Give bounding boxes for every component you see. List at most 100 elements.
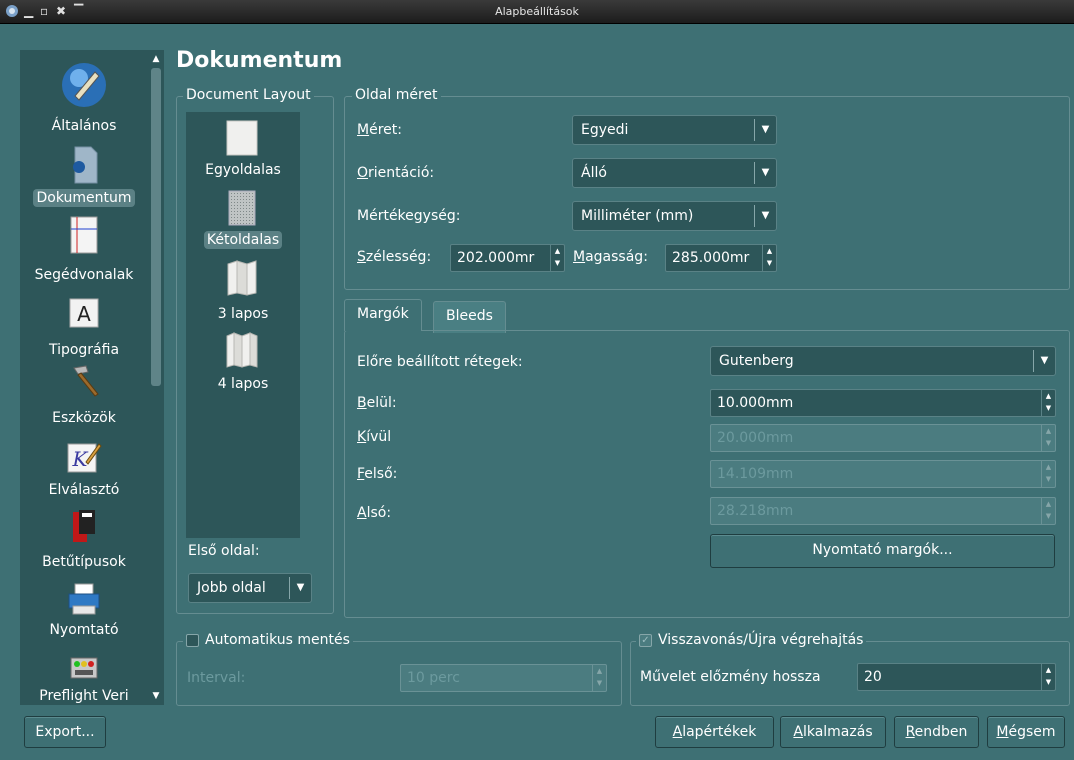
- single-page-icon: [226, 120, 258, 156]
- height-input[interactable]: 285.000mr ▲ ▼: [665, 244, 777, 272]
- spin-arrows-icon[interactable]: ▲ ▼: [762, 245, 776, 271]
- apply-text: lkalmazás: [802, 724, 873, 740]
- defaults-text: lapértékek: [682, 724, 757, 740]
- interval-value: 10 perc: [407, 670, 460, 686]
- layout-item-label-text: Kétoldalas: [203, 231, 283, 249]
- undo-legend: ✓ Visszavonás/Újra végrehajtás: [636, 632, 867, 648]
- undo-label: Visszavonás/Újra végrehajtás: [658, 632, 864, 648]
- outside-label: Kívül: [357, 429, 391, 445]
- spin-arrows-icon: ▲ ▼: [592, 665, 606, 691]
- document-icon: [73, 146, 98, 184]
- export-button[interactable]: Export...: [24, 716, 106, 748]
- history-length-label: Művelet előzmény hossza: [640, 669, 821, 685]
- orientation-value: Álló: [581, 165, 607, 181]
- scrollbar-thumb[interactable]: [151, 68, 161, 386]
- sidebar-item-label: Preflight Veri: [39, 688, 129, 704]
- defaults-button[interactable]: Alapértékek: [655, 716, 774, 748]
- orientation-label-text: rientáció:: [368, 165, 435, 181]
- hyphenator-icon: K: [67, 443, 102, 473]
- autosave-checkbox[interactable]: [186, 633, 199, 647]
- layout-item-label: Kétoldalas: [186, 231, 300, 249]
- spin-arrows-icon: ▲ ▼: [1041, 425, 1055, 451]
- cancel-button[interactable]: Mégsem: [987, 716, 1065, 748]
- fonts-icon: [73, 510, 95, 542]
- preset-value: Gutenberg: [719, 353, 794, 369]
- preset-label: Előre beállított rétegek:: [357, 354, 523, 370]
- document-layout-list: Egyoldalas Kétoldalas 3 lapos 4 lapos: [186, 112, 300, 538]
- top-input: 14.109mm ▲ ▼: [710, 460, 1056, 488]
- sidebar-item-label: Betűtípusok: [42, 554, 126, 570]
- autosave-label: Automatikus mentés: [205, 632, 350, 648]
- orientation-label-mnemonic: O: [357, 165, 369, 181]
- sidebar-item-label: Dokumentum: [20, 189, 148, 207]
- sidebar-item-label: Tipográfia: [48, 342, 120, 358]
- printer-icon: [68, 583, 100, 615]
- apply-button[interactable]: Alkalmazás: [780, 716, 886, 748]
- svg-text:K: K: [72, 447, 89, 471]
- bottom-value: 28.218mm: [717, 503, 794, 519]
- tab-margins[interactable]: Margók: [344, 299, 422, 331]
- inside-input[interactable]: 10.000mm ▲ ▼: [710, 389, 1056, 417]
- sidebar-item-label: Eszközök: [52, 410, 116, 426]
- bottom-label-mnemonic: A: [357, 505, 367, 521]
- top-value: 14.109mm: [717, 466, 794, 482]
- scroll-up-icon[interactable]: ▲: [151, 53, 161, 65]
- size-label: Méret:: [357, 122, 402, 138]
- size-label-mnemonic: M: [357, 122, 370, 138]
- spin-arrows-icon[interactable]: ▲ ▼: [1041, 390, 1055, 416]
- cancel-mnemonic: M: [996, 724, 1009, 740]
- history-length-input[interactable]: 20 ▲ ▼: [857, 663, 1056, 691]
- width-input[interactable]: 202.000mr ▲ ▼: [450, 244, 565, 272]
- typography-icon: A: [69, 298, 99, 328]
- tools-icon: [73, 365, 99, 397]
- unit-value: Milliméter (mm): [581, 208, 694, 224]
- first-page-select[interactable]: Jobb oldal ▼: [188, 573, 312, 603]
- spin-arrows-icon[interactable]: ▲ ▼: [1041, 664, 1055, 690]
- apply-mnemonic: A: [793, 724, 803, 740]
- ok-mnemonic: R: [905, 724, 915, 740]
- printer-margins-button[interactable]: Nyomtató margók...: [710, 534, 1055, 568]
- sidebar: Általános Dokumentum Segédvonalak A Tipo…: [20, 50, 148, 705]
- sidebar-item-label-text: Dokumentum: [33, 189, 135, 207]
- ok-button[interactable]: Rendben: [894, 716, 979, 748]
- orientation-select[interactable]: Álló ▼: [572, 158, 777, 188]
- sidebar-scrollbar[interactable]: ▲ ▼: [148, 50, 164, 705]
- size-value: Egyedi: [581, 122, 629, 138]
- first-page-label: Első oldal:: [188, 543, 260, 559]
- preset-select[interactable]: Gutenberg ▼: [710, 346, 1056, 376]
- sidebar-item-label: Elválasztó: [48, 482, 120, 498]
- scroll-down-icon[interactable]: ▼: [151, 690, 161, 702]
- spin-arrows-icon: ▲ ▼: [1041, 461, 1055, 487]
- sidebar-item-label: Általános: [51, 118, 117, 134]
- guides-icon: [70, 216, 98, 254]
- chevron-down-icon: ▼: [754, 205, 776, 227]
- chevron-down-icon: ▼: [1033, 350, 1055, 372]
- three-fold-icon: [227, 260, 257, 296]
- width-label-mnemonic: S: [357, 249, 366, 265]
- outside-label-text: ívül: [366, 429, 392, 445]
- document-layout-legend: Document Layout: [183, 87, 314, 103]
- height-label-text: agasság:: [585, 249, 648, 265]
- sidebar-item-label: Segédvonalak: [34, 267, 134, 283]
- undo-checkbox[interactable]: ✓: [639, 633, 652, 647]
- spin-arrows-icon[interactable]: ▲ ▼: [550, 245, 564, 271]
- chevron-down-icon: ▼: [289, 577, 311, 599]
- width-label: Szélesség:: [357, 249, 431, 265]
- interval-input: 10 perc ▲ ▼: [400, 664, 607, 692]
- sidebar-item-label: Nyomtató: [49, 622, 119, 638]
- layout-item-label: Egyoldalas: [205, 162, 281, 178]
- outside-label-mnemonic: K: [357, 429, 367, 445]
- preflight-icon: [70, 657, 98, 679]
- spin-arrows-icon: ▲ ▼: [1041, 498, 1055, 524]
- outside-input: 20.000mm ▲ ▼: [710, 424, 1056, 452]
- first-page-value: Jobb oldal: [197, 580, 266, 596]
- outside-value: 20.000mm: [717, 430, 794, 446]
- unit-select[interactable]: Milliméter (mm) ▼: [572, 201, 777, 231]
- history-length-value: 20: [864, 669, 882, 685]
- size-select[interactable]: Egyedi ▼: [572, 115, 777, 145]
- bottom-label: Alsó:: [357, 505, 391, 521]
- height-label-mnemonic: M: [573, 249, 586, 265]
- inside-value: 10.000mm: [717, 395, 794, 411]
- tab-bleeds[interactable]: Bleeds: [433, 301, 506, 333]
- inside-label: Belül:: [357, 395, 397, 411]
